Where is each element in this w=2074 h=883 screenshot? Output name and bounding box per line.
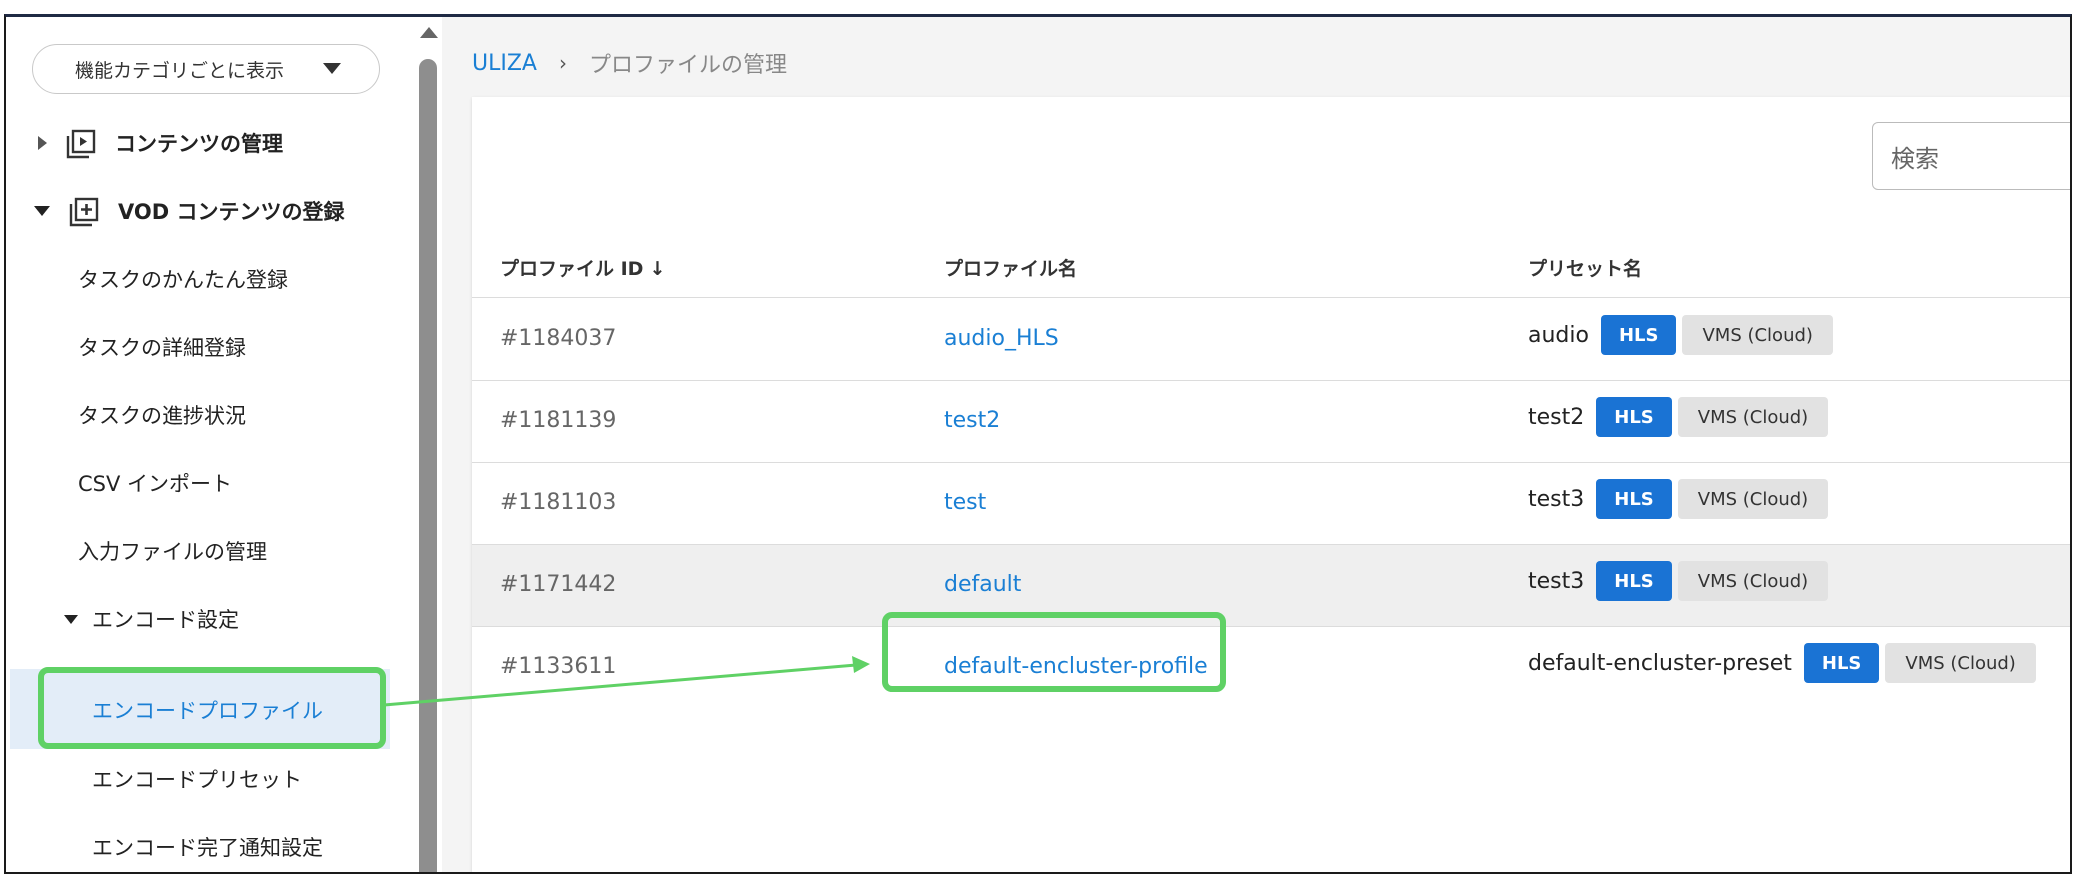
platform-badge: VMS (Cloud) bbox=[1677, 561, 1829, 601]
col-header-preset[interactable]: プリセット名 bbox=[1528, 254, 1642, 281]
search-placeholder: 検索 bbox=[1891, 144, 1939, 173]
sidebar-item-label: CSV インポート bbox=[78, 472, 233, 496]
hls-badge: HLS bbox=[1596, 397, 1672, 437]
platform-badge: VMS (Cloud) bbox=[1677, 479, 1829, 519]
app-window: 機能カテゴリごとに表示 コンテンツの管理 VOD コンテンツの登録 タスクのかん… bbox=[4, 14, 2072, 874]
profile-id: #1181139 bbox=[500, 408, 617, 433]
sidebar-item-label: エンコードプリセット bbox=[92, 768, 302, 792]
expand-right-icon[interactable] bbox=[38, 136, 47, 150]
profile-name-link[interactable]: audio_HLS bbox=[944, 326, 1059, 351]
annotation-highlight-box bbox=[38, 667, 386, 749]
category-select-label: 機能カテゴリごとに表示 bbox=[75, 59, 285, 82]
sidebar-item-encode-settings[interactable]: エンコード設定 bbox=[64, 589, 239, 649]
sidebar-item-label: コンテンツの管理 bbox=[115, 132, 283, 156]
table-header: プロファイル ID ↓ プロファイル名 プリセット名 bbox=[472, 232, 2070, 298]
profile-id: #1184037 bbox=[500, 326, 617, 351]
sidebar-item-label: VOD コンテンツの登録 bbox=[118, 200, 345, 224]
sidebar-item-label: タスクの詳細登録 bbox=[78, 336, 246, 360]
profile-name-link[interactable]: test bbox=[944, 490, 986, 515]
preset-cell: test2 HLS VMS (Cloud) bbox=[1528, 397, 1829, 437]
col-header-id[interactable]: プロファイル ID ↓ bbox=[500, 254, 665, 281]
profile-name-link[interactable]: default bbox=[944, 572, 1021, 597]
play-list-icon bbox=[65, 128, 96, 159]
sidebar-item-encode-preset[interactable]: エンコードプリセット bbox=[92, 749, 302, 809]
breadcrumb-current: プロファイルの管理 bbox=[588, 53, 787, 78]
hls-badge: HLS bbox=[1803, 643, 1880, 683]
profile-name-link[interactable]: test2 bbox=[944, 408, 1000, 433]
profile-id: #1171442 bbox=[500, 572, 617, 597]
sidebar-item-label: エンコード設定 bbox=[92, 608, 239, 632]
sidebar-item-encode-notify[interactable]: エンコード完了通知設定 bbox=[92, 817, 323, 872]
sidebar-item-label: 入力ファイルの管理 bbox=[78, 540, 267, 564]
col-header-id-label: プロファイル ID bbox=[500, 258, 644, 280]
table-row[interactable]: #1181139 test2 test2 HLS VMS (Cloud) bbox=[472, 381, 2070, 463]
profile-id: #1133611 bbox=[500, 654, 617, 679]
sidebar-item-label: タスクのかんたん登録 bbox=[78, 268, 288, 292]
sidebar-item-task-progress[interactable]: タスクの進捗状況 bbox=[78, 385, 246, 445]
search-input[interactable]: 検索 bbox=[1872, 122, 2070, 190]
preset-name: test2 bbox=[1528, 404, 1585, 430]
breadcrumb-separator: › bbox=[558, 51, 567, 75]
sidebar: 機能カテゴリごとに表示 コンテンツの管理 VOD コンテンツの登録 タスクのかん… bbox=[6, 17, 406, 872]
platform-badge: VMS (Cloud) bbox=[1677, 397, 1829, 437]
hls-badge: HLS bbox=[1596, 561, 1672, 601]
sidebar-item-contents[interactable]: コンテンツの管理 bbox=[38, 113, 283, 173]
preset-name: audio bbox=[1528, 322, 1589, 348]
expand-down-icon[interactable] bbox=[64, 614, 78, 624]
breadcrumb: ULIZA › プロファイルの管理 bbox=[472, 47, 787, 79]
sidebar-item-input-files[interactable]: 入力ファイルの管理 bbox=[78, 521, 267, 581]
category-select[interactable]: 機能カテゴリごとに表示 bbox=[32, 44, 380, 94]
annotation-highlight-box bbox=[882, 612, 1226, 692]
col-header-name[interactable]: プロファイル名 bbox=[944, 254, 1077, 281]
expand-down-icon[interactable] bbox=[34, 206, 50, 216]
scroll-thumb[interactable] bbox=[419, 59, 437, 872]
table-row[interactable]: #1184037 audio_HLS audio HLS VMS (Cloud) bbox=[472, 299, 2070, 381]
main-content: ULIZA › プロファイルの管理 検索 プロファイル ID ↓ プロファイル名 … bbox=[442, 17, 2070, 872]
preset-name: default-encluster-preset bbox=[1528, 650, 1792, 676]
hls-badge: HLS bbox=[1600, 315, 1677, 355]
preset-cell: default-encluster-preset HLS VMS (Cloud) bbox=[1528, 643, 2036, 683]
preset-name: test3 bbox=[1528, 486, 1585, 512]
profile-id: #1181103 bbox=[500, 490, 617, 515]
platform-badge: VMS (Cloud) bbox=[1682, 315, 1833, 355]
sidebar-item-task-simple[interactable]: タスクのかんたん登録 bbox=[78, 249, 288, 309]
preset-cell: test3 HLS VMS (Cloud) bbox=[1528, 479, 1829, 519]
sidebar-item-vod-register[interactable]: VOD コンテンツの登録 bbox=[34, 181, 344, 241]
table-row[interactable]: #1133611 default-encluster-profile defau… bbox=[472, 627, 2070, 709]
preset-name: test3 bbox=[1528, 568, 1585, 594]
sidebar-item-label: エンコード完了通知設定 bbox=[92, 836, 323, 860]
platform-badge: VMS (Cloud) bbox=[1885, 643, 2036, 683]
sidebar-item-label: タスクの進捗状況 bbox=[78, 404, 246, 428]
scroll-up-icon[interactable] bbox=[420, 27, 438, 38]
add-box-icon bbox=[68, 196, 99, 227]
preset-cell: audio HLS VMS (Cloud) bbox=[1528, 315, 1833, 355]
breadcrumb-root-link[interactable]: ULIZA bbox=[472, 51, 537, 76]
profile-table-card: 検索 プロファイル ID ↓ プロファイル名 プリセット名 #1184037 au… bbox=[472, 97, 2070, 872]
sidebar-scrollbar[interactable] bbox=[414, 17, 442, 872]
table-row[interactable]: #1171442 default test3 HLS VMS (Cloud) bbox=[472, 545, 2070, 627]
sort-down-icon[interactable]: ↓ bbox=[649, 258, 665, 280]
chevron-down-icon bbox=[323, 63, 341, 74]
preset-cell: test3 HLS VMS (Cloud) bbox=[1528, 561, 1829, 601]
sidebar-item-task-detail[interactable]: タスクの詳細登録 bbox=[78, 317, 246, 377]
sidebar-item-csv-import[interactable]: CSV インポート bbox=[78, 453, 232, 513]
hls-badge: HLS bbox=[1596, 479, 1672, 519]
table-row[interactable]: #1181103 test test3 HLS VMS (Cloud) bbox=[472, 463, 2070, 545]
